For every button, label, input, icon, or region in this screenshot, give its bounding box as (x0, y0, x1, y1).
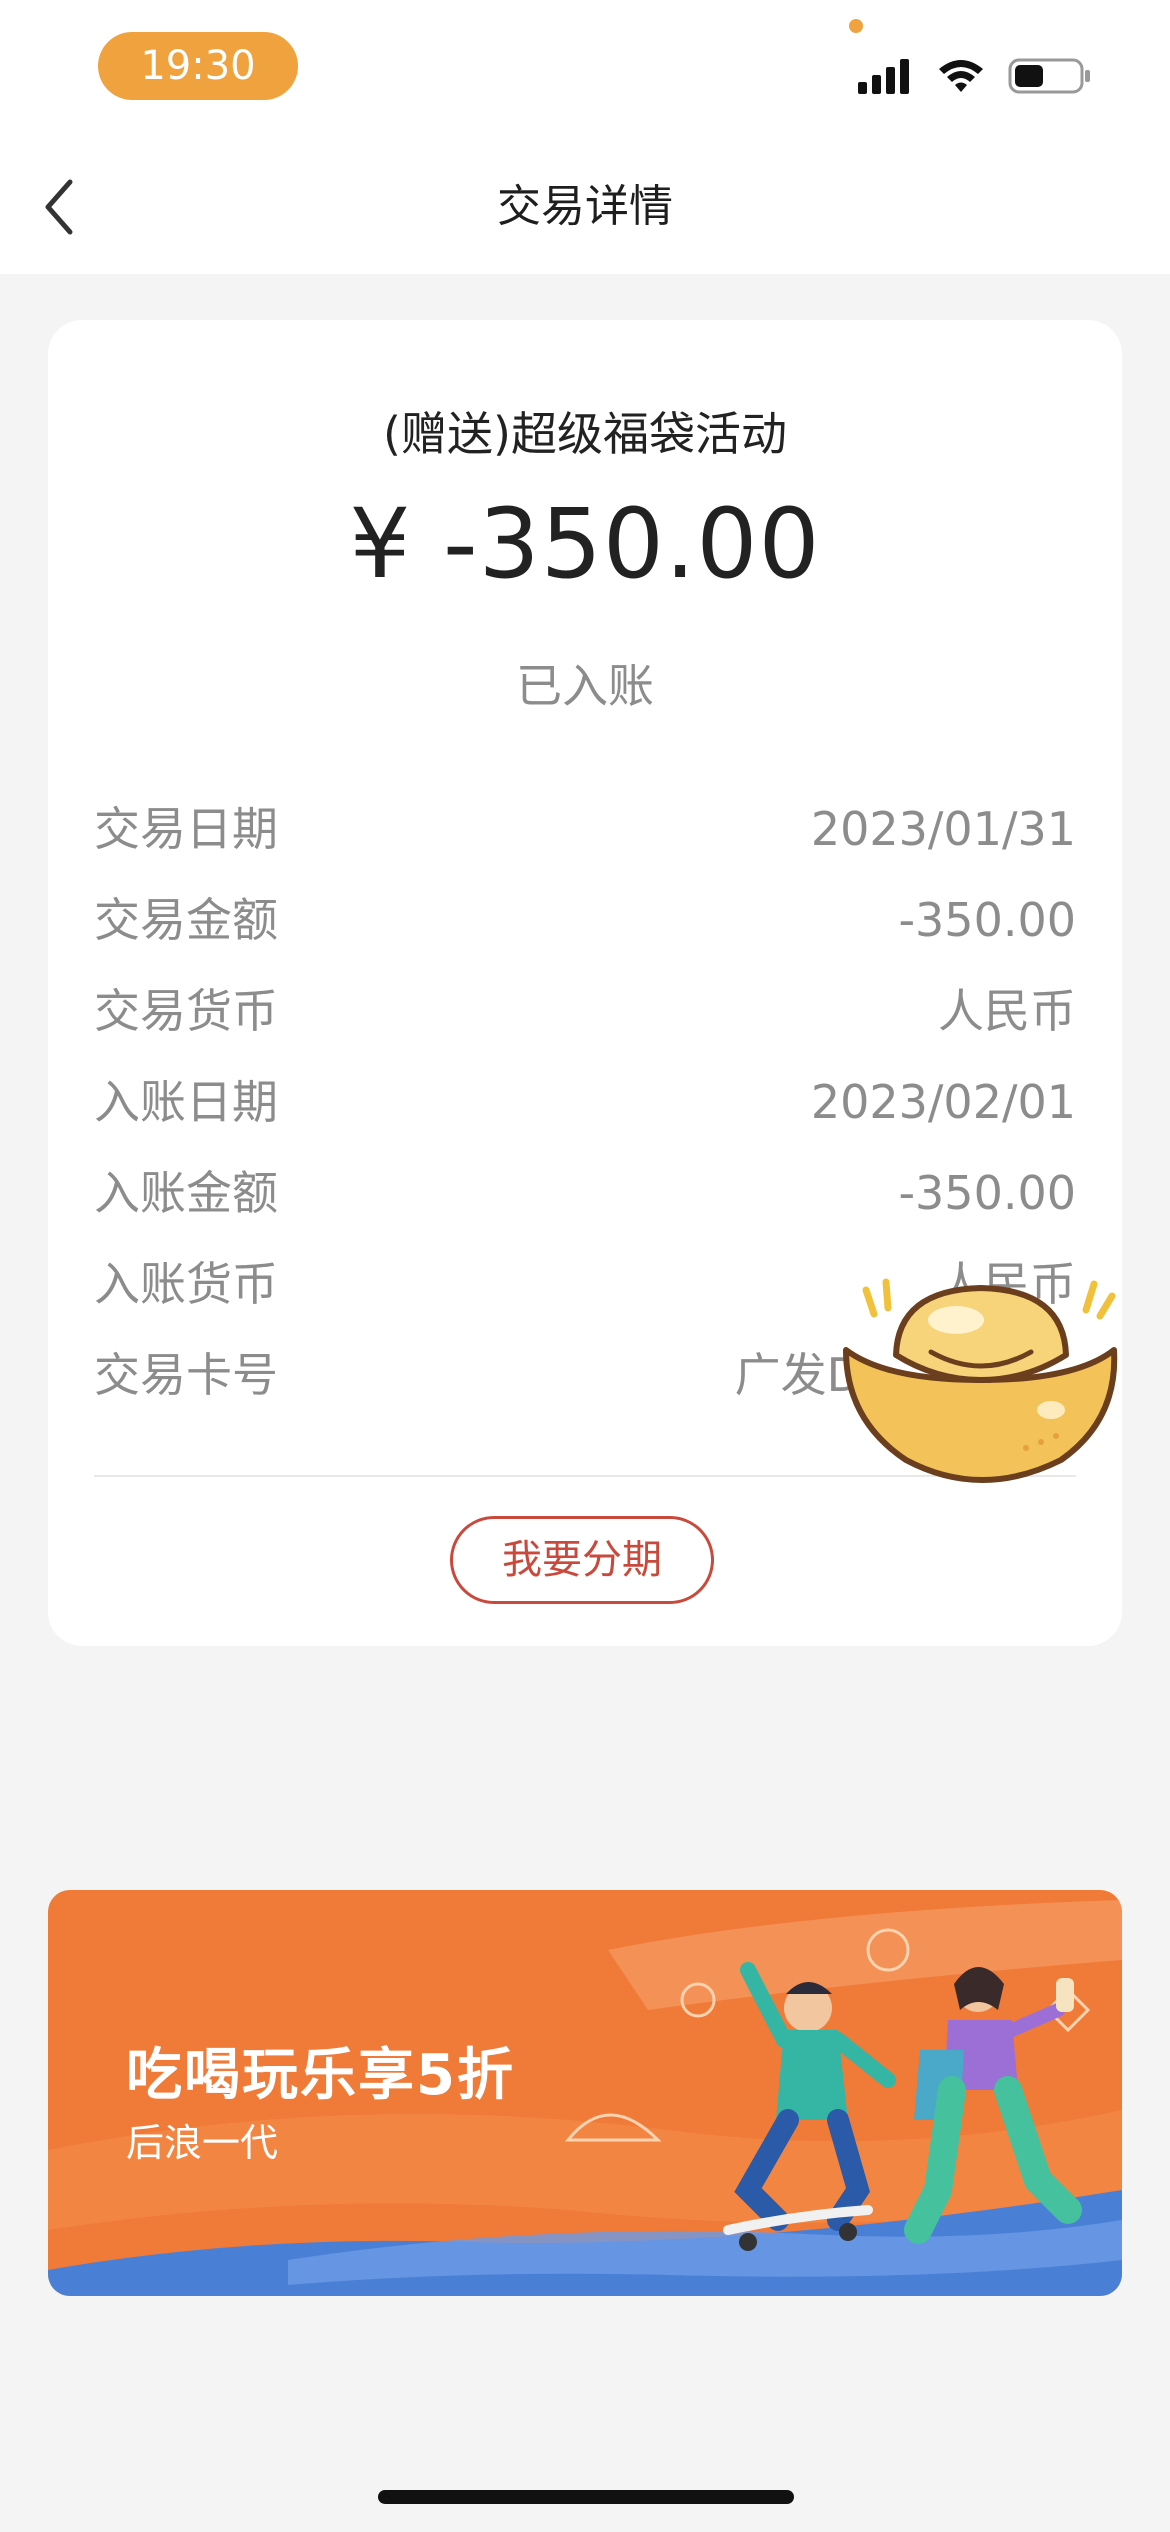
detail-row-transaction-amount: 交易金额 -350.00 (94, 875, 1076, 966)
merchant-name: (赠送)超级福袋活动 (383, 407, 787, 461)
detail-row-posting-amount: 入账金额 -350.00 (94, 1148, 1076, 1239)
nav-bar: 交易详情 (0, 140, 1170, 274)
installment-button[interactable]: 我要分期 (450, 1516, 714, 1604)
detail-row-transaction-currency: 交易货币 人民币 (94, 966, 1076, 1057)
promo-banner[interactable]: 吃喝玩乐享5折 后浪一代 (48, 1890, 1122, 2296)
banner-subtitle: 后浪一代 (126, 2121, 279, 2165)
detail-value: 人民币 (938, 984, 1076, 1038)
detail-label: 交易金额 (94, 893, 278, 947)
banner-title: 吃喝玩乐享5折 (126, 2043, 515, 2108)
transaction-amount: ¥ -350.00 (349, 488, 821, 600)
signal-icon (858, 59, 909, 94)
detail-value: 2023/02/01 (810, 1075, 1076, 1129)
detail-label: 交易日期 (94, 802, 278, 856)
detail-label: 入账日期 (94, 1075, 278, 1129)
page-title: 交易详情 (497, 181, 673, 232)
detail-value: -350.00 (898, 1166, 1076, 1220)
detail-row-transaction-date: 交易日期 2023/01/31 (94, 784, 1076, 875)
gold-ingot-sticker[interactable] (836, 1270, 1126, 1500)
detail-value: -350.00 (898, 893, 1076, 947)
home-indicator[interactable] (378, 2490, 794, 2504)
battery-icon (1008, 58, 1090, 94)
status-time: 19:30 (98, 32, 298, 100)
detail-value: 2023/01/31 (810, 802, 1076, 856)
privacy-indicator-dot (849, 19, 863, 33)
detail-label: 交易卡号 (94, 1348, 278, 1402)
wifi-icon (939, 60, 983, 92)
detail-label: 交易货币 (94, 984, 278, 1038)
status-bar: 19:30 (0, 0, 1170, 140)
detail-label: 入账金额 (94, 1166, 278, 1220)
transaction-status: 已入账 (516, 659, 654, 713)
detail-label: 入账货币 (94, 1257, 278, 1311)
detail-row-posting-date: 入账日期 2023/02/01 (94, 1057, 1076, 1148)
